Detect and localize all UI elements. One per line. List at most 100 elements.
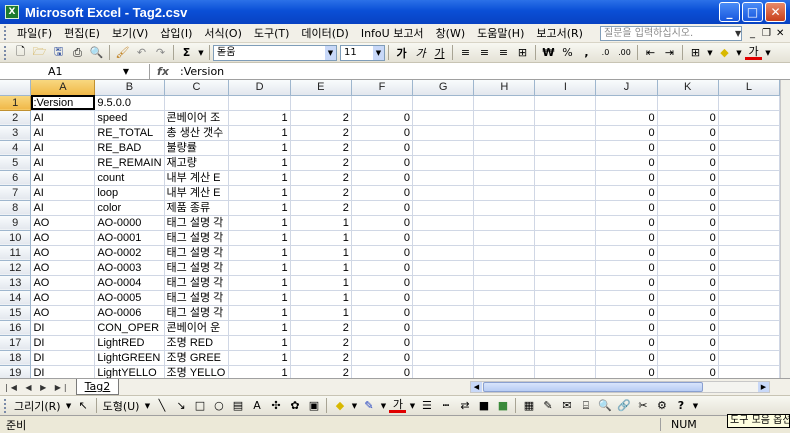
cell[interactable]: 9.5.0.0 <box>94 95 165 111</box>
cell[interactable]: 0 <box>595 185 658 201</box>
cell[interactable]: 1 <box>290 245 352 261</box>
cell[interactable]: 0 <box>351 245 414 261</box>
scroll-left-icon[interactable]: ◀ <box>471 382 482 392</box>
cell[interactable] <box>718 140 780 156</box>
cell[interactable] <box>473 155 536 171</box>
cell[interactable]: 0 <box>657 350 719 366</box>
edit-icon[interactable]: ✎ <box>539 398 556 414</box>
cell[interactable] <box>412 170 475 186</box>
cell[interactable]: 0 <box>351 200 414 216</box>
cell[interactable]: AO-0002 <box>94 245 165 261</box>
cell[interactable] <box>412 125 475 141</box>
cell[interactable] <box>228 95 291 111</box>
cell[interactable] <box>718 125 780 141</box>
row-header[interactable]: 7 <box>0 185 32 201</box>
save-icon[interactable]: 🖫 <box>50 45 67 61</box>
cell[interactable] <box>718 185 780 201</box>
menu-help[interactable]: 도움말(H) <box>471 25 530 41</box>
cell[interactable]: 1 <box>228 155 291 171</box>
cell[interactable]: 1 <box>290 275 352 291</box>
mdi-close-button[interactable]: ✕ <box>776 28 784 39</box>
column-header-b[interactable]: B <box>94 80 165 96</box>
chevron-down-icon[interactable]: ▼ <box>735 45 743 61</box>
cell[interactable]: 1 <box>290 290 352 306</box>
cell[interactable]: 2 <box>290 365 352 378</box>
cell[interactable] <box>473 110 536 126</box>
ask-question-input[interactable]: 질문을 입력하십시오. <box>600 26 742 41</box>
italic-button[interactable]: 가 <box>412 45 429 61</box>
cell[interactable]: 1 <box>290 215 352 231</box>
fill-color-icon[interactable]: ◆ <box>716 45 733 61</box>
line-color-icon[interactable]: ✎ <box>360 398 377 414</box>
mdi-restore-button[interactable]: ❐ <box>762 28 771 39</box>
column-header-h[interactable]: H <box>473 80 536 96</box>
cell[interactable]: 0 <box>351 140 414 156</box>
cell[interactable]: 0 <box>595 110 658 126</box>
cell[interactable] <box>534 290 597 306</box>
cell[interactable]: 0 <box>351 185 414 201</box>
cell[interactable]: DI <box>30 320 96 336</box>
select-all-corner[interactable] <box>0 80 32 96</box>
cell[interactable]: 0 <box>657 320 719 336</box>
draw-menu-button[interactable]: 그리기(R) <box>11 398 64 414</box>
row-header[interactable]: 14 <box>0 290 32 306</box>
diagram-icon[interactable]: ✣ <box>267 398 284 414</box>
cell[interactable]: 불량률 <box>164 140 230 156</box>
cell[interactable]: 1 <box>228 110 291 126</box>
cell[interactable] <box>412 155 475 171</box>
arrow-style-icon[interactable]: ⇄ <box>456 398 473 414</box>
cell[interactable]: 0 <box>595 140 658 156</box>
cell[interactable]: 0 <box>657 185 719 201</box>
cell[interactable] <box>290 95 352 111</box>
cell[interactable]: 2 <box>290 185 352 201</box>
line-icon[interactable]: ╲ <box>153 398 170 414</box>
cell[interactable]: 태그 설명 각 <box>164 290 230 306</box>
row-header[interactable]: 1 <box>0 95 32 111</box>
cell[interactable]: AI <box>30 110 96 126</box>
rectangle-icon[interactable]: □ <box>191 398 208 414</box>
cell[interactable] <box>164 95 230 111</box>
clipart-icon[interactable]: ✿ <box>286 398 303 414</box>
column-header-e[interactable]: E <box>290 80 352 96</box>
cell[interactable] <box>718 230 780 246</box>
cell[interactable]: 0 <box>595 125 658 141</box>
cell[interactable] <box>473 200 536 216</box>
cell[interactable]: 콘베이어 조 <box>164 110 230 126</box>
cell[interactable]: 0 <box>657 200 719 216</box>
cell[interactable]: 0 <box>595 245 658 261</box>
cell[interactable]: 0 <box>351 365 414 378</box>
chevron-down-icon[interactable]: ▼ <box>325 45 336 60</box>
cell[interactable]: 0 <box>657 125 719 141</box>
cell[interactable] <box>534 140 597 156</box>
tab-navigation-icons[interactable]: |◀ ◀ ▶ ▶| <box>5 383 70 392</box>
chevron-down-icon[interactable]: ▼ <box>735 29 741 38</box>
open-folder-icon[interactable]: 🗁 <box>31 45 48 61</box>
chevron-down-icon[interactable]: ▼ <box>379 398 387 414</box>
merge-center-icon[interactable]: ⊞ <box>514 45 531 61</box>
cell[interactable] <box>534 170 597 186</box>
cell[interactable]: 0 <box>351 125 414 141</box>
cell[interactable]: 2 <box>290 320 352 336</box>
cell[interactable] <box>412 110 475 126</box>
cell[interactable] <box>534 185 597 201</box>
cell[interactable] <box>412 215 475 231</box>
horizontal-scrollbar[interactable]: ◀ ▶ <box>470 381 770 393</box>
column-header-d[interactable]: D <box>228 80 291 96</box>
row-header[interactable]: 9 <box>0 215 32 231</box>
cell[interactable]: 0 <box>351 230 414 246</box>
cell[interactable]: DI <box>30 365 96 378</box>
cell[interactable]: AO <box>30 215 96 231</box>
chevron-down-icon[interactable]: ▼ <box>65 398 73 414</box>
cell[interactable] <box>534 125 597 141</box>
cell[interactable] <box>718 200 780 216</box>
toolbar-grip[interactable] <box>4 45 7 60</box>
cell[interactable] <box>534 155 597 171</box>
column-header-l[interactable]: L <box>718 80 780 96</box>
dash-style-icon[interactable]: ┅ <box>437 398 454 414</box>
cell[interactable]: 0 <box>657 230 719 246</box>
cell[interactable] <box>718 290 780 306</box>
cell[interactable] <box>412 245 475 261</box>
line-style-icon[interactable]: ☰ <box>418 398 435 414</box>
cell[interactable]: 0 <box>351 155 414 171</box>
menu-infou-report[interactable]: InfoU 보고서 <box>355 25 430 41</box>
